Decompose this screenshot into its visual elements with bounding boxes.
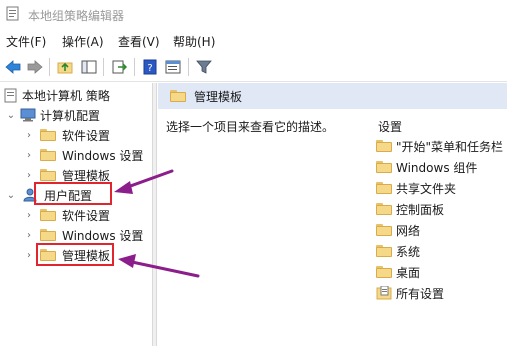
chevron-right-icon[interactable]: › <box>24 210 34 221</box>
list-item[interactable]: 系统 <box>376 241 420 261</box>
tree-label: Windows 设置 <box>62 148 144 163</box>
list-item[interactable]: 网络 <box>376 220 420 240</box>
menu-help[interactable]: 帮助(H) <box>173 33 215 50</box>
tree-label: Windows 设置 <box>62 228 144 243</box>
tree-label: 计算机配置 <box>40 108 101 123</box>
list-item[interactable]: 所有设置 <box>376 283 444 303</box>
highlight-user-config <box>34 182 112 205</box>
menu-bar: 文件(F) 操作(A) 查看(V) 帮助(H) <box>0 30 507 52</box>
help-icon[interactable]: ? <box>141 58 159 76</box>
folder-icon <box>376 203 392 215</box>
chevron-right-icon[interactable]: › <box>24 250 34 261</box>
folder-icon <box>170 90 186 102</box>
column-header-setting[interactable]: 设置 <box>378 118 402 135</box>
back-arrow-icon[interactable] <box>4 58 22 76</box>
list-item[interactable]: 控制面板 <box>376 199 444 219</box>
forward-arrow-icon[interactable] <box>26 58 44 76</box>
tree-item-computer-config[interactable]: ⌄ 计算机配置 <box>6 105 100 125</box>
list-item[interactable]: 共享文件夹 <box>376 178 456 198</box>
tree-label: 软件设置 <box>62 128 111 143</box>
tree-root-label: 本地计算机 策略 <box>22 88 110 103</box>
folder-icon <box>376 266 392 278</box>
folder-icon <box>40 229 56 241</box>
menu-view[interactable]: 查看(V) <box>118 33 160 50</box>
menu-action[interactable]: 操作(A) <box>62 33 104 50</box>
highlight-admin-templates <box>36 243 114 266</box>
tree-item-user-windows[interactable]: › Windows 设置 <box>24 225 143 245</box>
tree-item-user-software[interactable]: › 软件设置 <box>24 205 110 225</box>
toolbar: ? <box>0 52 507 82</box>
up-folder-icon[interactable] <box>56 58 74 76</box>
folder-icon <box>376 224 392 236</box>
chevron-right-icon[interactable]: › <box>24 150 34 161</box>
menu-file[interactable]: 文件(F) <box>6 33 46 50</box>
tree-item-computer-windows[interactable]: › Windows 设置 <box>24 145 143 165</box>
folder-icon <box>40 129 56 141</box>
window-title: 本地组策略编辑器 <box>28 9 125 23</box>
computer-icon <box>20 108 36 122</box>
title-bar: 本地组策略编辑器 <box>0 0 507 30</box>
details-pane: 管理模板 选择一个项目来查看它的描述。 设置 "开始"菜单和任务栏 Window… <box>158 83 507 346</box>
group-policy-app-icon <box>6 6 19 21</box>
tree-pane: 本地计算机 策略 ⌄ 计算机配置 › 软件设置 › Windows 设置 › 管… <box>0 83 153 346</box>
all-settings-icon <box>376 286 392 300</box>
export-list-icon[interactable] <box>110 58 128 76</box>
tree-item-computer-software[interactable]: › 软件设置 <box>24 125 110 145</box>
chevron-right-icon[interactable]: › <box>24 170 34 181</box>
chevron-down-icon[interactable]: ⌄ <box>6 110 16 121</box>
chevron-right-icon[interactable]: › <box>24 230 34 241</box>
show-hide-tree-icon[interactable] <box>80 58 98 76</box>
tree-root[interactable]: 本地计算机 策略 <box>4 85 110 105</box>
folder-icon <box>376 161 392 173</box>
folder-icon <box>40 169 56 181</box>
chevron-right-icon[interactable]: › <box>24 130 34 141</box>
list-item[interactable]: "开始"菜单和任务栏 <box>376 136 503 156</box>
chevron-down-icon[interactable]: ⌄ <box>6 190 16 201</box>
pane-splitter[interactable] <box>153 83 157 346</box>
filter-icon[interactable] <box>195 58 213 76</box>
list-item[interactable]: 桌面 <box>376 262 420 282</box>
folder-icon <box>40 209 56 221</box>
policy-document-icon <box>4 88 17 102</box>
list-item[interactable]: Windows 组件 <box>376 157 477 177</box>
description-text: 选择一个项目来查看它的描述。 <box>166 120 335 134</box>
folder-icon <box>376 140 392 152</box>
folder-icon <box>40 149 56 161</box>
folder-icon <box>376 245 392 257</box>
details-header: 管理模板 <box>158 83 507 109</box>
svg-text:?: ? <box>147 63 152 74</box>
tree-label: 软件设置 <box>62 208 111 223</box>
folder-icon <box>376 182 392 194</box>
tree-label: 管理模板 <box>62 168 111 183</box>
properties-icon[interactable] <box>164 58 182 76</box>
details-header-title: 管理模板 <box>194 89 243 104</box>
